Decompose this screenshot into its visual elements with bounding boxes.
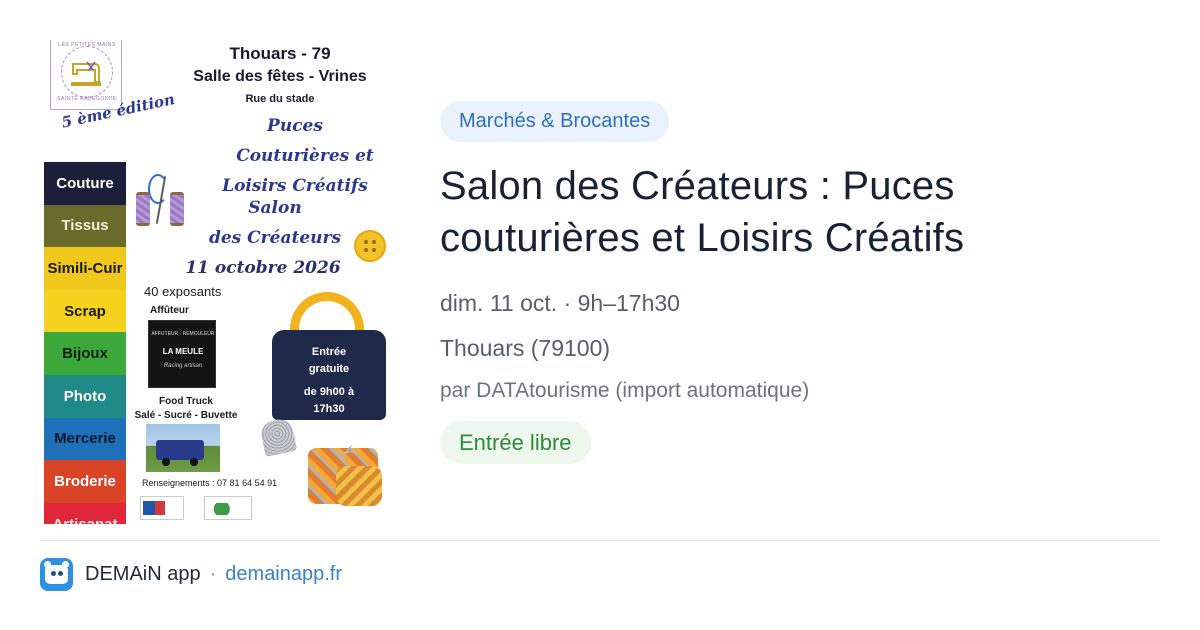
category-badge[interactable]: Marchés & Brocantes — [440, 101, 670, 142]
partner-logo-sainte-radegonde — [204, 496, 252, 520]
logo-text-bottom: SAINTE RADEGONDE — [57, 96, 117, 102]
fabric-icon — [336, 466, 382, 506]
poster-street: Rue du stade — [245, 93, 315, 105]
poster-headline-line: des Créateurs — [208, 228, 342, 248]
food-truck-photo — [146, 424, 220, 472]
organizer-logo: LES PETITES MAINS SAINTE RADEGONDE — [50, 40, 122, 110]
thread-spool-icon — [170, 192, 184, 226]
category-strip: Simili-Cuir — [44, 247, 126, 290]
footer-divider — [40, 540, 1160, 541]
poster-affuteur: Affûteur — [150, 305, 189, 316]
category-strip: Artisanat — [44, 502, 126, 524]
poster-venue: Salle des fêtes - Vrines — [193, 68, 367, 85]
poster-city: Thouars - 79 — [229, 44, 331, 63]
poster-exposants: 40 exposants — [144, 284, 222, 299]
partner-logo-thouars — [140, 496, 184, 520]
entry-bag-badge: Entrée gratuite de 9h00 à 17h30 — [272, 330, 386, 420]
sewing-machine-icon — [71, 61, 101, 86]
footer: DEMAiN app · demainapp.fr — [40, 558, 342, 591]
la-meule-logo: AFFUTEUR · REMOULEUR LA MEULE Racing art… — [148, 320, 216, 388]
status-badge: Entrée libre — [440, 421, 591, 464]
bag-text-line: Entrée — [311, 346, 347, 358]
event-datetime: dim. 11 oct. · 9h–17h30 — [440, 290, 680, 316]
event-title[interactable]: Salon des Créateurs : Puces couturières … — [440, 160, 1160, 264]
footer-separator: · — [209, 563, 217, 585]
meule-tagline: AFFUTEUR · REMOULEUR — [151, 331, 215, 337]
poster-headline-line: Puces — [267, 116, 323, 136]
event-location: Thouars (79100) — [440, 335, 611, 361]
poster-headline-line: Loisirs Créatifs — [222, 176, 368, 196]
food-truck-title: Food Truck — [159, 396, 213, 407]
category-strip: Mercerie — [44, 417, 126, 461]
meule-signature: Racing artisan — [163, 363, 203, 369]
category-strip: Tissus — [44, 204, 126, 248]
bag-text-line: de 9h00 à — [303, 386, 355, 398]
event-source: par DATAtourisme (import automatique) — [440, 379, 810, 402]
thread-spool-icon — [136, 192, 150, 226]
poster-headline-line: Salon — [248, 198, 302, 218]
category-strip: Photo — [44, 374, 126, 418]
app-link[interactable]: demainapp.fr — [225, 563, 342, 586]
logo-text-top: LES PETITES MAINS — [58, 42, 116, 48]
category-strip: Couture — [44, 162, 126, 205]
app-name: DEMAiN app — [85, 563, 201, 585]
poster-date: 11 octobre 2026 — [185, 258, 341, 278]
poster-headline-line: Couturières et — [236, 146, 374, 166]
food-truck-detail: Salé - Sucré - Buvette — [134, 410, 238, 421]
event-poster-image[interactable]: LES PETITES MAINS SAINTE RADEGONDE Thoua… — [40, 40, 390, 524]
poster-contact: Renseignements : 07 81 64 54 91 — [142, 478, 278, 488]
sewing-button-icon — [354, 230, 386, 262]
demain-app-icon[interactable] — [40, 558, 73, 591]
thimble-icon — [258, 417, 298, 457]
poster-food-truck: Food Truck Salé - Sucré - Buvette — [126, 395, 246, 423]
category-strips: Couture Tissus Simili-Cuir Scrap Bijoux Photo… — [44, 162, 126, 524]
bag-text-line: gratuite — [308, 363, 350, 375]
meule-name: LA MEULE — [162, 347, 204, 356]
category-strip: Scrap — [44, 289, 126, 333]
category-strip: Bijoux — [44, 332, 126, 375]
category-strip: Broderie — [44, 460, 126, 503]
bag-text-line: 17h30 — [313, 403, 345, 415]
